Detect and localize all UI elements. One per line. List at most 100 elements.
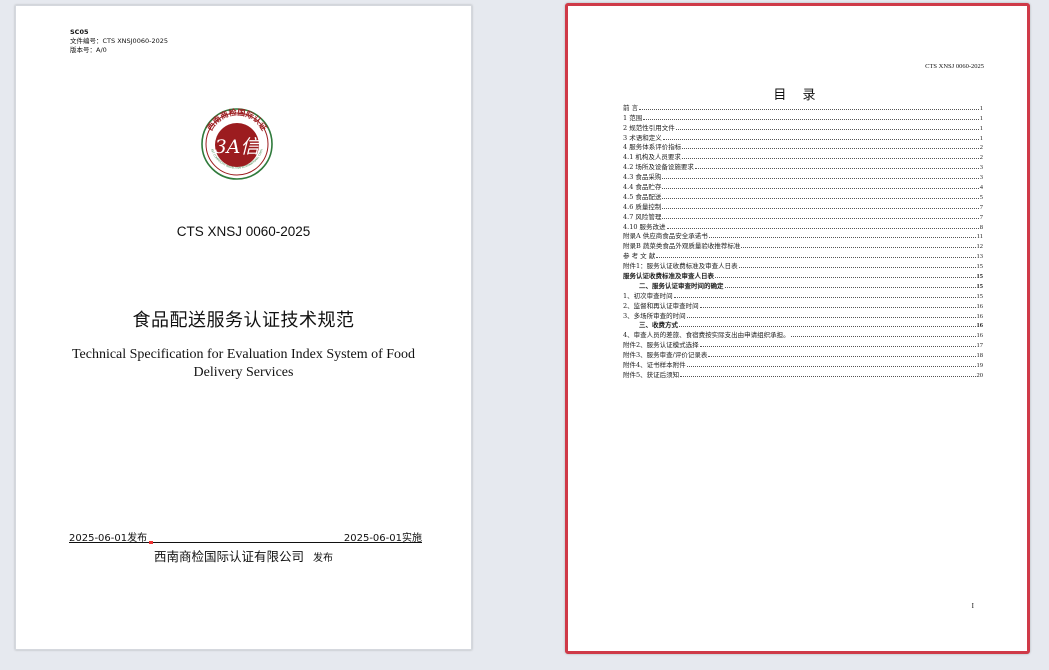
toc-leader bbox=[741, 247, 976, 249]
toc-entry-label: 4.7 风险管理 bbox=[623, 212, 662, 221]
toc-entry-label: 服务认证收费标准及审查人日表 bbox=[623, 272, 714, 281]
toc-entry-page: 1 bbox=[979, 104, 983, 112]
toc-entry-label: 4.2 场所及设备设施要求 bbox=[623, 163, 694, 172]
toc-entry-label: 4、审查人员的差旅、食宿费按实际支出由申请组织承担。 bbox=[623, 331, 790, 340]
title-english: Technical Specification for Evaluation I… bbox=[71, 347, 416, 380]
toc-entry[interactable]: 附件1：服务认证收费标准及审查人日表 15 bbox=[623, 260, 983, 270]
toc-entry-page: 16 bbox=[976, 332, 984, 340]
title-chinese: 食品配送服务认证技术规范 bbox=[132, 310, 355, 331]
toc-entry-page: 2 bbox=[979, 154, 983, 162]
header-code: CTS XNSJ 0060-2025 bbox=[925, 63, 984, 70]
toc-entry[interactable]: 4.3 食品采购 3 bbox=[623, 171, 983, 181]
toc-leader bbox=[643, 118, 979, 120]
toc-entry-label: 2、监督和再认证审查时间 bbox=[623, 301, 699, 310]
toc-entry-page: 16 bbox=[976, 322, 984, 330]
toc-entry[interactable]: 3、多场所审查的时间 16 bbox=[623, 310, 983, 320]
toc-entry[interactable]: 1 范围 1 bbox=[623, 112, 983, 122]
toc-entry[interactable]: 附件5、获证后须知 20 bbox=[623, 369, 983, 379]
toc-entry[interactable]: 附件2、服务认证模式选择 17 bbox=[623, 339, 983, 349]
toc-entry-label: 4.10 服务改进 bbox=[623, 222, 666, 231]
toc-entry-label: 二、服务认证审查时间的确定 bbox=[639, 281, 724, 290]
toc-entry-label: 附件4、证书样本附件 bbox=[623, 361, 686, 370]
toc-entry[interactable]: 4 服务体系评价指标 2 bbox=[623, 142, 983, 152]
toc-entry-page: 12 bbox=[976, 243, 984, 251]
file-number: 文件编号：CTS XNSJ0060-2025 bbox=[70, 37, 168, 45]
toc-leader bbox=[666, 227, 979, 229]
toc-entry-page: 15 bbox=[976, 263, 984, 271]
toc-entry-label: 4.6 质量控制 bbox=[623, 202, 662, 211]
toc-entry[interactable]: 4.4 食品贮存 4 bbox=[623, 181, 983, 191]
toc-entry[interactable]: 参 考 文 献 13 bbox=[623, 250, 983, 260]
toc-entry-label: 参 考 文 献 bbox=[623, 252, 656, 261]
toc-leader bbox=[686, 316, 976, 318]
cover-page[interactable]: SC05 文件编号：CTS XNSJ0060-2025 版本号：A/0 西南商检… bbox=[15, 5, 472, 650]
toc-entry-page: 15 bbox=[976, 273, 984, 281]
toc-entry-label: 4.4 食品贮存 bbox=[623, 183, 662, 192]
toc-entry-page: 7 bbox=[979, 203, 983, 211]
toc-entry-label: 附件2、服务认证模式选择 bbox=[623, 341, 699, 350]
toc-entry[interactable]: 附件4、证书样本附件 19 bbox=[623, 359, 983, 369]
toc-leader bbox=[662, 178, 979, 180]
toc-entry-page: 15 bbox=[976, 282, 984, 290]
toc-leader bbox=[662, 217, 979, 219]
toc-entry-label: 2 规范性引用文件 bbox=[623, 123, 675, 132]
toc-entry[interactable]: 4.5 食品配送 5 bbox=[623, 191, 983, 201]
toc-entry[interactable]: 4.1 机构及人员要求 2 bbox=[623, 151, 983, 161]
toc-leader bbox=[681, 158, 979, 160]
toc-entry-page: 8 bbox=[979, 223, 983, 231]
toc-entry[interactable]: 3 术语和定义 1 bbox=[623, 132, 983, 142]
toc-entry-page: 13 bbox=[976, 253, 984, 261]
toc-entry[interactable]: 附件3、服务审查/评价记录表 18 bbox=[623, 349, 983, 359]
toc-entry-page: 16 bbox=[976, 312, 984, 320]
toc-entry[interactable]: 4.6 质量控制 7 bbox=[623, 201, 983, 211]
toc-entry[interactable]: 三、收费方式 16 bbox=[623, 320, 984, 330]
toc-entry-page: 2 bbox=[979, 144, 983, 152]
toc-leader bbox=[694, 168, 979, 170]
date-rule bbox=[69, 542, 422, 543]
toc-entry-label: 附录A 供应商食品安全承诺书 bbox=[623, 232, 708, 241]
issuer: 西南商检国际认证有限公司 发布 bbox=[16, 546, 471, 565]
standard-code: CTS XNSJ 0060-2025 bbox=[176, 224, 311, 239]
toc-entry[interactable]: 附录A 供应商食品安全承诺书 11 bbox=[623, 231, 983, 241]
toc-entry-page: 4 bbox=[979, 184, 983, 192]
toc-entry[interactable]: 2、监督和再认证审查时间 16 bbox=[623, 300, 983, 310]
toc-entry-page: 1 bbox=[979, 124, 983, 132]
toc-entry-page: 16 bbox=[976, 302, 984, 310]
toc-leader bbox=[699, 306, 976, 308]
toc-title: 目 录 bbox=[773, 88, 822, 103]
toc-leader bbox=[662, 207, 979, 209]
toc-entry-page: 17 bbox=[976, 342, 984, 350]
toc-entry-label: 4.5 食品配送 bbox=[623, 192, 662, 201]
toc-entry[interactable]: 4、审查人员的差旅、食宿费按实际支出由申请组织承担。 16 bbox=[623, 329, 983, 339]
toc-leader bbox=[699, 346, 976, 348]
toc-entry-label: 附件3、服务审查/评价记录表 bbox=[623, 351, 708, 360]
toc-leader bbox=[662, 138, 979, 140]
toc-leader bbox=[675, 128, 979, 130]
toc-leader bbox=[738, 267, 976, 269]
issuer-verb: 发布 bbox=[313, 553, 334, 564]
toc-entry-page: 3 bbox=[979, 174, 983, 182]
toc-entry-page: 15 bbox=[976, 292, 984, 300]
toc-entry[interactable]: 4.2 场所及设备设施要求 3 bbox=[623, 161, 983, 171]
toc-entry[interactable]: 前 言 1 bbox=[623, 102, 983, 112]
toc-entry-label: 附录B 蔬菜类食品外观质量验收推荐标准 bbox=[623, 242, 741, 251]
toc-leader bbox=[686, 366, 976, 368]
toc-leader bbox=[662, 188, 979, 190]
toc-page[interactable]: CTS XNSJ 0060-2025 目 录 前 言11 范围 1 2 规范性引用文… bbox=[565, 3, 1030, 654]
toc-leader bbox=[656, 257, 976, 259]
toc-entry-label: 附件5、获证后须知 bbox=[623, 370, 680, 379]
toc-entry[interactable]: 4.7 风险管理 7 bbox=[623, 211, 983, 221]
toc-entry[interactable]: 4.10 服务改进 8 bbox=[623, 221, 983, 231]
toc-leader bbox=[639, 108, 979, 110]
toc-entry-page: 1 bbox=[979, 134, 983, 142]
toc-entry-page: 5 bbox=[979, 193, 983, 201]
toc-entry[interactable]: 2 规范性引用文件 1 bbox=[623, 122, 983, 132]
toc-entry[interactable]: 服务认证收费标准及审查人日表 15 bbox=[623, 270, 983, 280]
toc-leader bbox=[715, 277, 976, 279]
toc-entry[interactable]: 1、初次审查时间 15 bbox=[623, 290, 983, 300]
toc-entry[interactable]: 附录B 蔬菜类食品外观质量验收推荐标准 12 bbox=[623, 240, 983, 250]
toc-leader bbox=[682, 148, 979, 150]
toc-leader bbox=[708, 356, 976, 358]
toc-entry[interactable]: 二、服务认证审查时间的确定 15 bbox=[623, 280, 983, 290]
toc-entry-label: 1 范围 bbox=[623, 113, 643, 122]
